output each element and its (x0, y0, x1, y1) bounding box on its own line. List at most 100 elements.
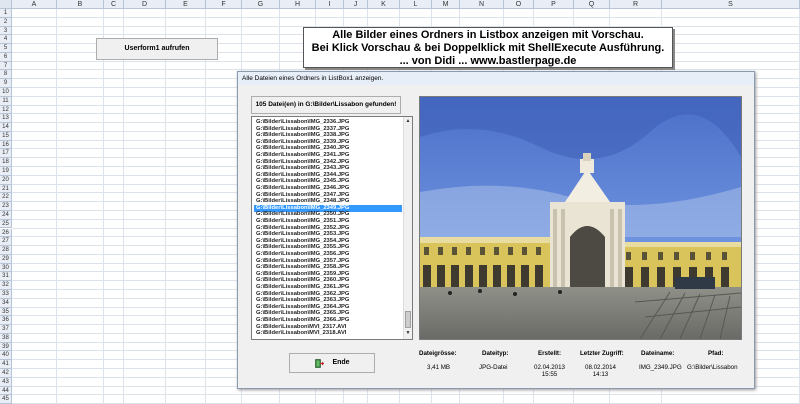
row-header[interactable]: 15 (0, 131, 12, 141)
gridline (123, 9, 124, 404)
row-header[interactable]: 16 (0, 140, 12, 150)
banner-line-1: Alle Bilder eines Ordners in Listbox anz… (332, 29, 644, 41)
row-header[interactable]: 18 (0, 158, 12, 168)
row-header[interactable]: 27 (0, 237, 12, 247)
column-header[interactable]: C (104, 0, 124, 9)
column-header[interactable]: E (166, 0, 206, 9)
userform-title: Alle Dateien eines Ordners in ListBox1 a… (238, 72, 754, 85)
row-header[interactable]: 31 (0, 272, 12, 282)
row-header[interactable]: 7 (0, 61, 12, 71)
row-header[interactable]: 30 (0, 263, 12, 273)
column-header[interactable]: B (57, 0, 104, 9)
filename-header: Dateiname: (641, 350, 675, 357)
row-header[interactable]: 33 (0, 289, 12, 299)
path-header: Pfad: (708, 350, 724, 357)
row-header[interactable]: 20 (0, 175, 12, 185)
info-banner: Alle Bilder eines Ordners in Listbox anz… (303, 27, 673, 68)
row-header[interactable]: 2 (0, 17, 12, 27)
row-header[interactable]: 40 (0, 351, 12, 361)
accessed-header: Letzter Zugriff: (580, 350, 624, 357)
gridline (12, 16, 800, 18)
scroll-up-arrow-icon[interactable]: ▲ (404, 117, 412, 126)
gridline (165, 9, 166, 404)
accessed-value: 08.02.2014 14:13 (585, 364, 616, 378)
row-header[interactable]: 44 (0, 386, 12, 396)
column-header[interactable]: O (504, 0, 534, 9)
file-count-button[interactable]: 105 Datei(en) in G:\Bilder\Lissabon gefu… (251, 96, 401, 114)
created-header: Erstellt: (538, 350, 562, 357)
created-time: 15:55 (541, 371, 558, 378)
row-header[interactable]: 9 (0, 79, 12, 88)
gridline (56, 9, 57, 404)
row-header[interactable]: 45 (0, 395, 12, 404)
gridline (12, 394, 800, 396)
row-header[interactable]: 25 (0, 219, 12, 229)
row-header[interactable]: 42 (0, 368, 12, 378)
column-header[interactable]: P (534, 0, 574, 9)
image-preview[interactable] (419, 96, 742, 340)
row-header[interactable]: 34 (0, 298, 12, 308)
row-header[interactable]: 19 (0, 167, 12, 176)
column-header[interactable]: K (368, 0, 400, 9)
row-header[interactable]: 12 (0, 105, 12, 115)
accessed-time: 14:13 (592, 371, 609, 378)
row-header[interactable]: 8 (0, 70, 12, 80)
row-header[interactable]: 38 (0, 333, 12, 343)
row-header[interactable]: 13 (0, 114, 12, 124)
row-header[interactable]: 5 (0, 44, 12, 53)
column-header[interactable]: Q (574, 0, 610, 9)
row-header[interactable]: 21 (0, 184, 12, 194)
column-header[interactable]: A (12, 0, 57, 9)
file-listbox[interactable]: G:\Bilder\Lissabon\IMG_2336.JPG G:\Bilder… (251, 116, 413, 340)
row-header[interactable]: 11 (0, 96, 12, 106)
size-value: 3,41 MB (427, 364, 451, 371)
row-header[interactable]: 3 (0, 26, 12, 36)
column-header[interactable]: N (460, 0, 504, 9)
row-header[interactable]: 35 (0, 307, 12, 317)
column-header[interactable]: R (610, 0, 662, 9)
column-header[interactable]: I (316, 0, 344, 9)
exit-door-icon (315, 359, 324, 368)
filename-value: IMG_2349.JPG (639, 364, 682, 371)
select-all-corner[interactable] (0, 0, 12, 9)
gridline (205, 9, 206, 404)
open-userform-button[interactable]: Userform1 aufrufen (96, 38, 218, 60)
column-header[interactable]: J (344, 0, 368, 9)
userform-window: Alle Dateien eines Ordners in ListBox1 a… (237, 71, 755, 389)
type-value: JPG-Datei (479, 364, 508, 371)
column-header[interactable]: H (280, 0, 316, 9)
end-button[interactable]: Ende (289, 353, 375, 373)
row-header[interactable]: 22 (0, 193, 12, 203)
row-header[interactable]: 1 (0, 9, 12, 18)
listbox-scrollbar[interactable]: ▲ ▼ (403, 117, 412, 339)
scroll-thumb[interactable] (405, 311, 411, 328)
row-header[interactable]: 23 (0, 202, 12, 211)
column-header[interactable]: S (662, 0, 800, 9)
created-value: 02.04.2013 15:55 (534, 364, 565, 378)
row-header[interactable]: 36 (0, 316, 12, 326)
row-header[interactable]: 4 (0, 35, 12, 45)
banner-line-3: ... von Didi ... www.bastlerpage.de (399, 55, 577, 67)
row-header[interactable]: 10 (0, 88, 12, 97)
row-header[interactable]: 29 (0, 254, 12, 264)
column-header[interactable]: D (124, 0, 166, 9)
column-header[interactable]: M (432, 0, 460, 9)
row-header[interactable]: 24 (0, 210, 12, 220)
row-header[interactable]: 26 (0, 228, 12, 238)
column-header[interactable]: G (242, 0, 280, 9)
banner-line-2: Bei Klick Vorschau & bei Doppelklick mit… (311, 42, 665, 54)
row-header[interactable]: 32 (0, 281, 12, 290)
scroll-down-arrow-icon[interactable]: ▼ (404, 329, 412, 338)
gridline (103, 9, 104, 404)
row-header[interactable]: 43 (0, 377, 12, 387)
column-header[interactable]: L (400, 0, 432, 9)
row-header[interactable]: 37 (0, 325, 12, 334)
row-header[interactable]: 39 (0, 342, 12, 352)
column-header[interactable]: F (206, 0, 242, 9)
row-header[interactable]: 28 (0, 246, 12, 255)
row-header[interactable]: 17 (0, 149, 12, 159)
row-header[interactable]: 41 (0, 360, 12, 369)
list-item[interactable]: G:\Bilder\Lissabon\MVI_2318.AVI (254, 330, 402, 337)
row-header[interactable]: 14 (0, 123, 12, 132)
row-header[interactable]: 6 (0, 52, 12, 62)
